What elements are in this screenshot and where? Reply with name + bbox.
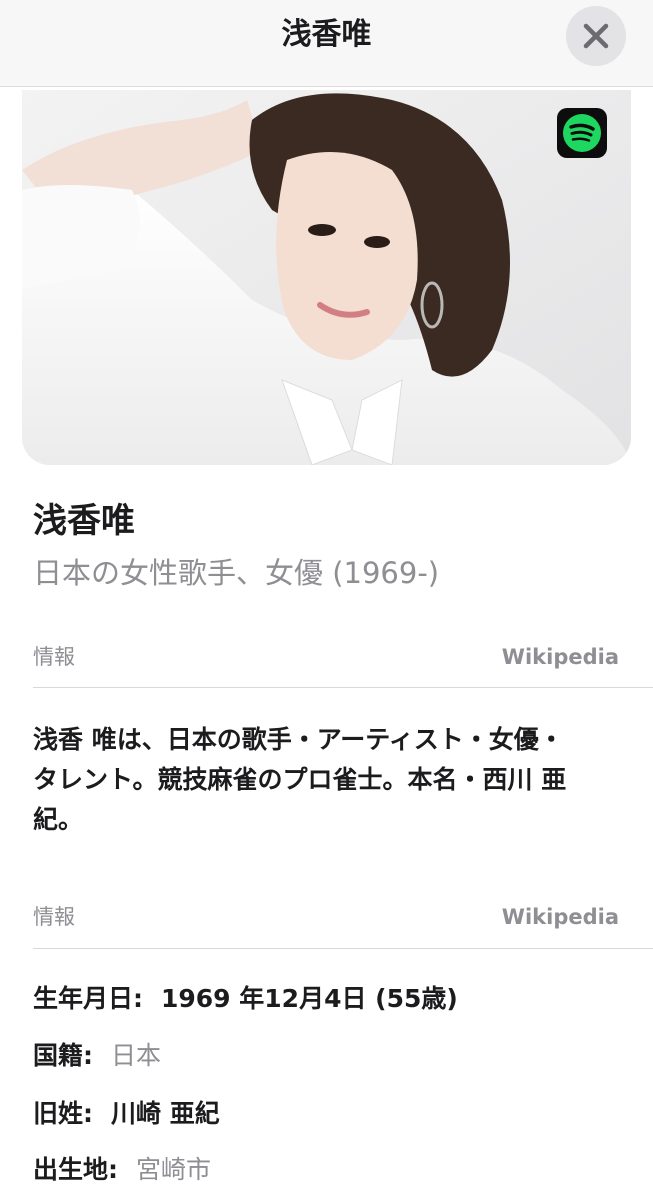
portrait-image xyxy=(22,90,631,465)
fact-row-nationality: 国籍: 日本 xyxy=(33,1039,161,1073)
fact-row-birthplace: 出生地: 宮崎市 xyxy=(33,1153,211,1187)
header-title: 浅香唯 xyxy=(281,17,372,52)
header-bar: 浅香唯 xyxy=(0,0,653,87)
fact-row-birthdate: 生年月日: 1969 年12月4日 (55歳) xyxy=(33,982,458,1016)
fact-row-maiden-name: 旧姓: 川崎 亜紀 xyxy=(33,1097,220,1131)
spotify-icon xyxy=(563,114,601,152)
fact-value: 1969 年12月4日 (55歳) xyxy=(161,984,458,1013)
fact-value: 川崎 亜紀 xyxy=(111,1099,220,1128)
fact-value-link[interactable]: 日本 xyxy=(111,1041,161,1070)
source-link[interactable]: Wikipedia xyxy=(502,643,619,671)
fact-key: 出生地: xyxy=(33,1155,118,1184)
divider xyxy=(33,687,653,688)
source-link[interactable]: Wikipedia xyxy=(502,903,619,931)
divider xyxy=(33,948,653,949)
artist-name: 浅香唯 xyxy=(33,501,135,541)
fact-key: 生年月日: xyxy=(33,984,143,1013)
summary-text: 浅香 唯は、日本の歌手・アーティスト・女優・タレント。競技麻雀のプロ雀士。本名・… xyxy=(33,725,567,834)
close-icon xyxy=(583,23,609,49)
fact-key: 国籍: xyxy=(33,1041,93,1070)
section-label: 情報 xyxy=(33,905,75,929)
artist-photo[interactable] xyxy=(22,90,631,465)
fact-key: 旧姓: xyxy=(33,1099,93,1128)
fact-value-link[interactable]: 宮崎市 xyxy=(136,1155,211,1184)
artist-subtitle: 日本の女性歌手、女優 (1969-) xyxy=(33,556,440,590)
close-button[interactable] xyxy=(566,6,626,66)
section-label: 情報 xyxy=(33,645,75,669)
spotify-button[interactable] xyxy=(557,108,607,158)
